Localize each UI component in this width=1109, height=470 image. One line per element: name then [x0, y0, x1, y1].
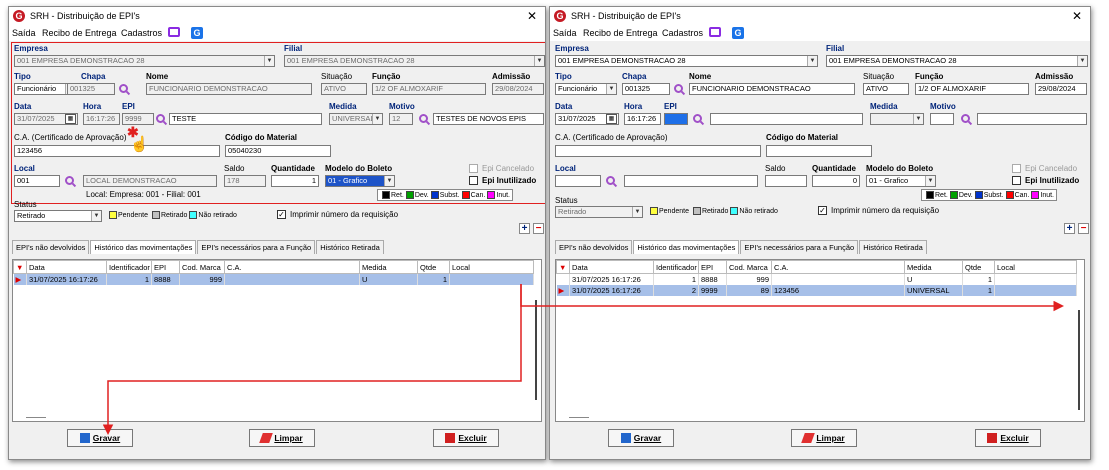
arrow-to-right-grid [520, 284, 1064, 312]
annotation-arrows [102, 284, 1064, 435]
arrow-to-gravar [102, 284, 522, 435]
